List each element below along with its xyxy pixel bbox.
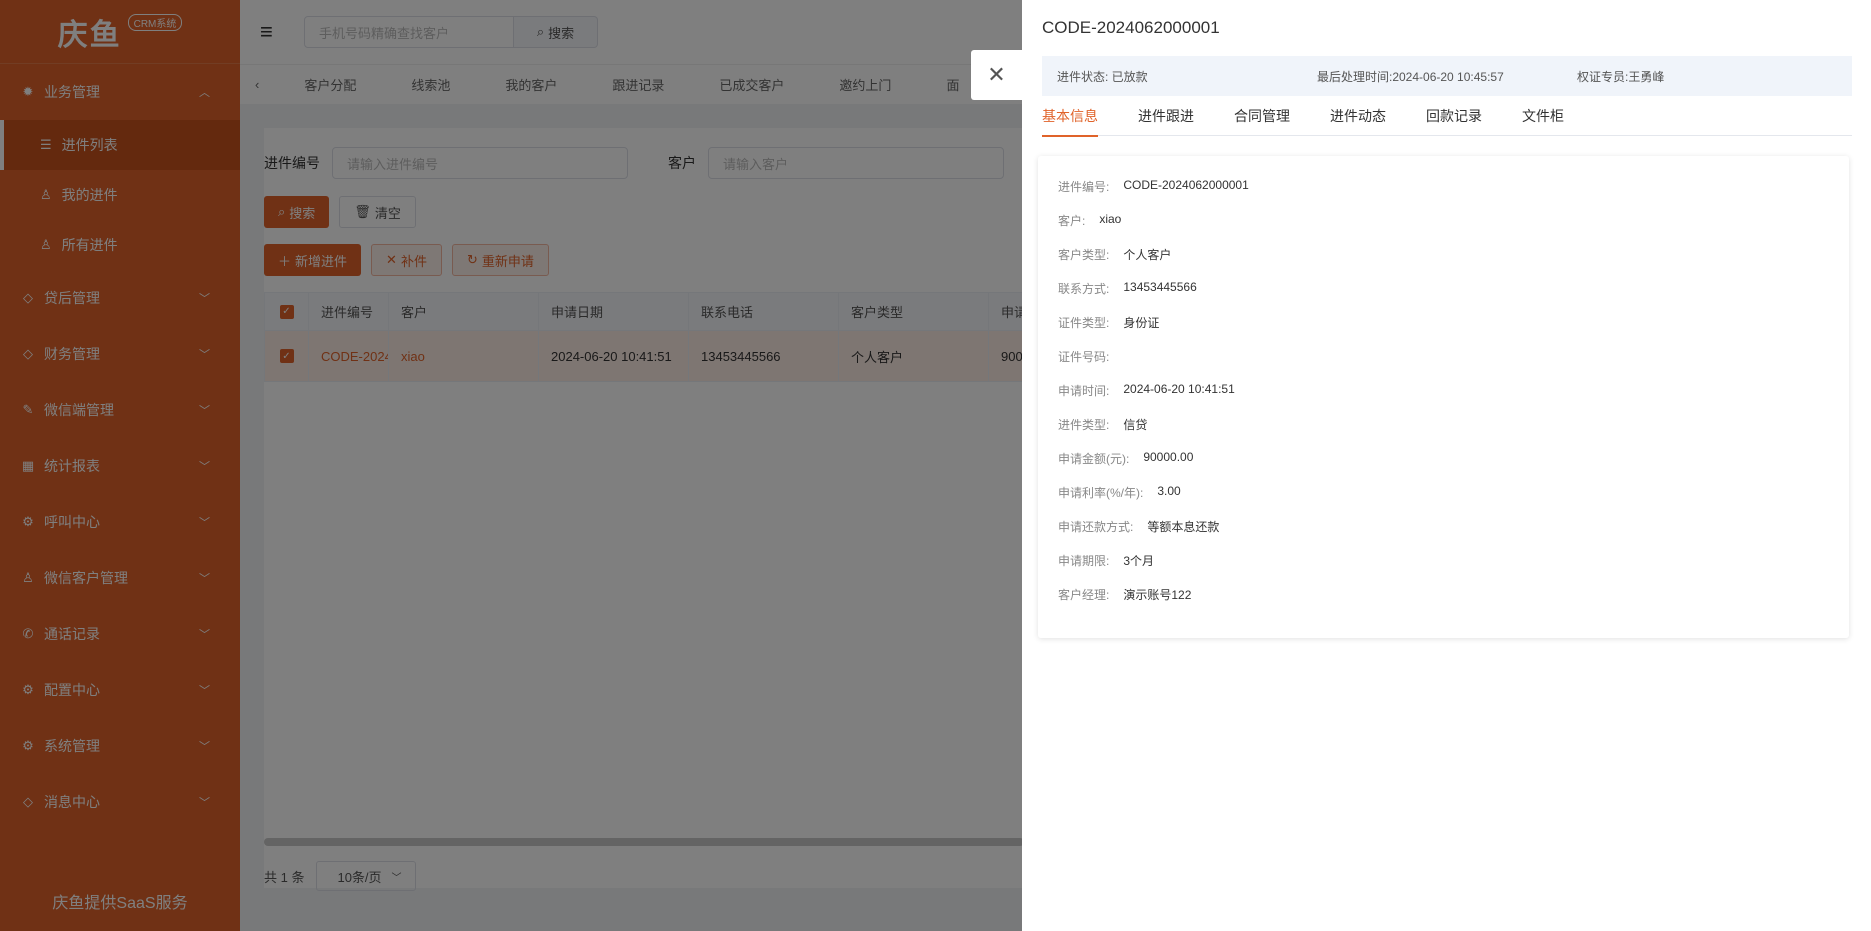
drawer-tabs: 基本信息 进件跟进 合同管理 进件动态 回款记录 文件柜 bbox=[1042, 106, 1852, 137]
field-label: 申请利率(%/年): bbox=[1058, 486, 1144, 500]
field-label: 证件号码: bbox=[1058, 350, 1110, 364]
basic-info-card: 进件编号: CODE-2024062000001 客户: xiao 客户类型: 个人客… bbox=[1038, 156, 1849, 638]
tab-contract[interactable]: 合同管理 bbox=[1234, 106, 1290, 136]
tab-loan-activity[interactable]: 进件动态 bbox=[1330, 106, 1386, 136]
field-term: 申请期限: 3个月 bbox=[1058, 552, 1154, 569]
tab-loan-followup[interactable]: 进件跟进 bbox=[1138, 106, 1194, 136]
status-text: 进件状态: 已放款 bbox=[1057, 69, 1148, 84]
field-label: 联系方式: bbox=[1058, 282, 1110, 296]
field-contact: 联系方式: 13453445566 bbox=[1058, 280, 1197, 297]
field-value: 演示账号122 bbox=[1123, 588, 1192, 602]
tab-basic-info[interactable]: 基本信息 bbox=[1042, 106, 1098, 137]
tab-file-cabinet[interactable]: 文件柜 bbox=[1522, 106, 1564, 136]
field-value: 3个月 bbox=[1123, 554, 1155, 568]
field-value: 等额本息还款 bbox=[1147, 520, 1220, 534]
field-label: 进件类型: bbox=[1058, 418, 1110, 432]
field-value: 13453445566 bbox=[1123, 280, 1197, 294]
field-customer: 客户: xiao bbox=[1058, 212, 1121, 229]
detail-drawer: CODE-2024062000001 进件状态: 已放款 最后处理时间:2024… bbox=[1022, 0, 1871, 931]
field-id-type: 证件类型: 身份证 bbox=[1058, 314, 1159, 331]
field-rate: 申请利率(%/年): 3.00 bbox=[1058, 484, 1181, 501]
field-manager: 客户经理: 演示账号122 bbox=[1058, 586, 1191, 603]
field-loan-type: 进件类型: 信贷 bbox=[1058, 416, 1147, 433]
field-label: 证件类型: bbox=[1058, 316, 1110, 330]
field-label: 申请金额(元): bbox=[1058, 452, 1130, 466]
field-loan-no: 进件编号: CODE-2024062000001 bbox=[1058, 178, 1249, 195]
field-label: 客户类型: bbox=[1058, 248, 1110, 262]
field-id-number: 证件号码: bbox=[1058, 348, 1123, 365]
field-value: 个人客户 bbox=[1123, 248, 1172, 262]
field-apply-time: 申请时间: 2024-06-20 10:41:51 bbox=[1058, 382, 1235, 399]
close-icon: ✕ bbox=[987, 62, 1006, 87]
field-label: 申请时间: bbox=[1058, 384, 1110, 398]
drawer-close-button[interactable]: ✕ bbox=[971, 50, 1022, 100]
field-amount: 申请金额(元): 90000.00 bbox=[1058, 450, 1193, 467]
field-value: 3.00 bbox=[1157, 484, 1181, 498]
field-value: 2024-06-20 10:41:51 bbox=[1123, 382, 1235, 396]
info-strip: 进件状态: 已放款 最后处理时间:2024-06-20 10:45:57 权证专… bbox=[1042, 56, 1852, 96]
last-processed-time: 最后处理时间:2024-06-20 10:45:57 bbox=[1317, 69, 1504, 84]
field-value: xiao bbox=[1099, 212, 1122, 226]
field-value: 信贷 bbox=[1123, 418, 1148, 432]
field-value: 身份证 bbox=[1123, 316, 1160, 330]
field-label: 客户: bbox=[1058, 214, 1086, 228]
tab-repayment[interactable]: 回款记录 bbox=[1426, 106, 1482, 136]
field-customer-type: 客户类型: 个人客户 bbox=[1058, 246, 1171, 263]
field-label: 申请还款方式: bbox=[1058, 520, 1134, 534]
field-label: 申请期限: bbox=[1058, 554, 1110, 568]
app-root: 庆鱼 CRM系统 ✹ 业务管理 ︿ ☰ 进件列表 ♙ 我的进件 ♙ 所有进件 ◇… bbox=[0, 0, 1871, 931]
field-repay-method: 申请还款方式: 等额本息还款 bbox=[1058, 518, 1219, 535]
field-label: 进件编号: bbox=[1058, 180, 1110, 194]
drawer-title: CODE-2024062000001 bbox=[1042, 18, 1220, 37]
field-value: 90000.00 bbox=[1143, 450, 1194, 464]
specialist-text: 权证专员:王勇峰 bbox=[1577, 69, 1665, 84]
field-label: 客户经理: bbox=[1058, 588, 1110, 602]
field-value: CODE-2024062000001 bbox=[1123, 178, 1249, 192]
